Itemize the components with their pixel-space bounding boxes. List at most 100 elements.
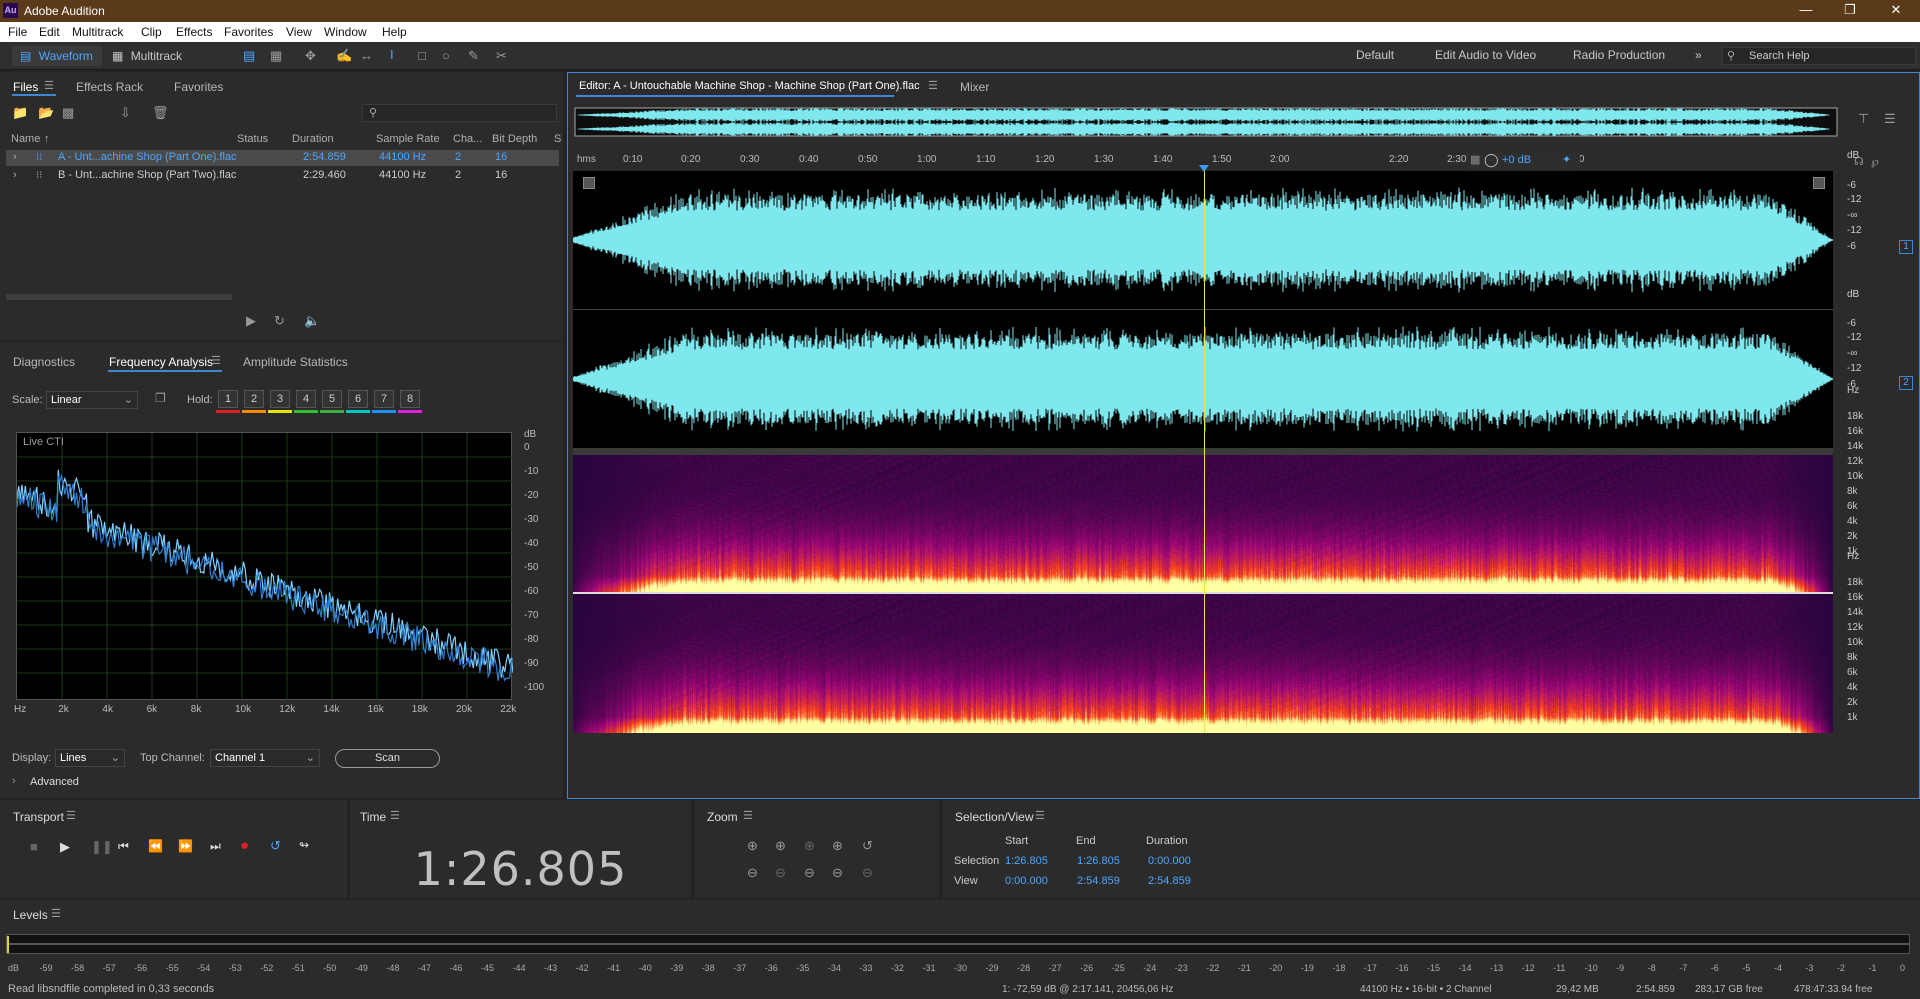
hold-button-6[interactable]: 6 <box>348 390 368 408</box>
column-duration[interactable]: Duration <box>292 133 334 145</box>
spectrogram-channel-1[interactable] <box>573 455 1833 592</box>
editor-tab[interactable]: Editor: A - Untouchable Machine Shop - M… <box>579 80 920 92</box>
panel-menu-icon[interactable]: ☰ <box>1035 809 1045 822</box>
overview-waveform[interactable] <box>574 107 1838 137</box>
expand-icon[interactable]: › <box>13 169 17 181</box>
new-file-icon[interactable]: ▩ <box>62 105 74 121</box>
expand-icon[interactable]: › <box>13 151 17 163</box>
tab-effects-rack[interactable]: Effects Rack <box>76 80 143 94</box>
marquee-tool-icon[interactable]: □ <box>418 48 426 63</box>
move-tool-icon[interactable]: ✥ <box>305 48 316 64</box>
minimize-icon[interactable]: — <box>1796 2 1816 17</box>
selection-start-field[interactable]: 1:26.805 <box>1005 855 1048 867</box>
tab-amplitude-statistics[interactable]: Amplitude Statistics <box>243 355 348 369</box>
selection-end-field[interactable]: 1:26.805 <box>1077 855 1120 867</box>
top-channel-dropdown[interactable]: Channel 1 ⌄ <box>210 749 320 767</box>
hold-button-4[interactable]: 4 <box>296 390 316 408</box>
view-start-field[interactable]: 0:00.000 <box>1005 875 1048 887</box>
zoom-in-time-icon[interactable]: ⊕ <box>775 838 786 854</box>
expand-icon[interactable]: › <box>12 775 16 787</box>
panel-menu-icon[interactable]: ☰ <box>928 79 938 92</box>
more-workspaces-icon[interactable]: » <box>1695 48 1702 62</box>
pin-icon[interactable]: ✦ <box>1562 153 1571 166</box>
panel-menu-icon[interactable]: ☰ <box>390 809 400 822</box>
panel-menu-icon[interactable]: ☰ <box>211 354 221 367</box>
time-display[interactable]: 1:26.805 <box>350 842 691 896</box>
column-sample-rate[interactable]: Sample Rate <box>376 133 440 145</box>
multitrack-view-button[interactable]: ▦ Multitrack <box>112 46 202 66</box>
restore-icon[interactable]: ❐ <box>1840 2 1860 18</box>
open-file-icon[interactable]: 📁 <box>12 105 28 121</box>
lasso-tool-icon[interactable]: ○ <box>442 48 450 63</box>
scan-button[interactable]: Scan <box>335 749 440 768</box>
snap-marker-icon[interactable]: ℘ <box>1871 155 1879 168</box>
waveform-display-icon[interactable]: ▤ <box>243 48 255 64</box>
go-to-start-icon[interactable]: ⏮ <box>118 839 129 854</box>
hold-button-2[interactable]: 2 <box>244 390 264 408</box>
menu-help[interactable]: Help <box>382 25 407 39</box>
panel-menu-icon[interactable]: ☰ <box>743 809 753 822</box>
autoplay-icon[interactable]: 🔈 <box>304 313 320 329</box>
pause-icon[interactable]: ❚❚ <box>91 839 113 855</box>
volume-knob-icon[interactable]: ◯ <box>1484 152 1499 168</box>
zoom-reset-icon[interactable]: ↺ <box>862 838 873 854</box>
close-icon[interactable]: ✕ <box>1886 2 1906 18</box>
menu-edit[interactable]: Edit <box>39 25 60 39</box>
workspace-edit-audio-to-video[interactable]: Edit Audio to Video <box>1435 48 1536 62</box>
slip-tool-icon[interactable]: ↔ <box>360 48 373 63</box>
menu-multitrack[interactable]: Multitrack <box>72 25 123 39</box>
skip-selection-icon[interactable]: ↬ <box>299 838 309 852</box>
hud-volume[interactable]: ▩ ◯ +0 dB ✦ <box>1466 152 1580 169</box>
column-status[interactable]: Status <box>237 133 268 145</box>
fade-out-handle[interactable] <box>1813 177 1825 189</box>
zoom-out-full-icon[interactable]: ⊖ <box>804 865 815 881</box>
scale-dropdown[interactable]: Linear ⌄ <box>46 391 138 409</box>
channel-1-toggle[interactable]: 1 <box>1899 240 1913 254</box>
zoom-in-point-icon[interactable]: ⊕ <box>804 838 815 854</box>
menu-file[interactable]: File <box>8 25 27 39</box>
menu-favorites[interactable]: Favorites <box>224 25 273 39</box>
zoom-out-amplitude-icon[interactable]: ⊖ <box>747 865 758 881</box>
rewind-icon[interactable]: ⏪ <box>148 839 163 853</box>
hold-button-5[interactable]: 5 <box>322 390 342 408</box>
zoom-out-time-icon[interactable]: ⊖ <box>775 865 786 881</box>
hold-button-7[interactable]: 7 <box>374 390 394 408</box>
search-help-box[interactable]: ⚲ Search Help <box>1722 47 1916 65</box>
hold-button-8[interactable]: 8 <box>400 390 420 408</box>
brush-tool-icon[interactable]: ✎ <box>468 48 479 64</box>
channel-2-toggle[interactable]: 2 <box>1899 376 1913 390</box>
spot-healing-tool-icon[interactable]: ✂ <box>496 48 507 64</box>
workspace-radio-production[interactable]: Radio Production <box>1573 48 1665 62</box>
hold-button-1[interactable]: 1 <box>218 390 238 408</box>
playhead-handle[interactable] <box>1199 165 1209 172</box>
zoom-in-amplitude-icon[interactable]: ⊕ <box>747 838 758 854</box>
column-name[interactable]: Name <box>11 133 40 145</box>
panel-options-icon[interactable]: ☰ <box>1884 111 1896 127</box>
copy-icon[interactable]: ❐ <box>155 391 166 405</box>
go-to-end-icon[interactable]: ⏭ <box>210 839 221 854</box>
waveform-view-button[interactable]: ▤ Waveform <box>12 46 102 66</box>
hold-button-3[interactable]: 3 <box>270 390 290 408</box>
view-duration-field[interactable]: 2:54.859 <box>1148 875 1191 887</box>
insert-icon[interactable]: ⇩ <box>120 105 131 121</box>
zoom-to-selection-icon[interactable]: ⊖ <box>832 865 843 881</box>
tab-diagnostics[interactable]: Diagnostics <box>13 355 75 369</box>
menu-window[interactable]: Window <box>324 25 367 39</box>
selection-duration-field[interactable]: 0:00.000 <box>1148 855 1191 867</box>
view-splitter[interactable] <box>573 448 1833 455</box>
playhead[interactable] <box>1204 171 1205 733</box>
play-icon[interactable]: ▶ <box>60 839 70 855</box>
advanced-toggle[interactable]: Advanced <box>30 776 79 788</box>
table-row[interactable]: › ⁝⁝ A - Unt...achine Shop (Part One).fl… <box>6 150 559 166</box>
spectral-display-icon[interactable]: ▦ <box>270 48 282 64</box>
waveform-channel-1[interactable] <box>573 171 1833 309</box>
zoom-overview-icon[interactable]: ⊤ <box>1858 111 1869 127</box>
files-search-input[interactable]: ⚲ <box>362 104 557 122</box>
play-icon[interactable]: ▶ <box>246 313 256 329</box>
stop-icon[interactable]: ■ <box>30 839 38 854</box>
main-display[interactable] <box>573 171 1833 733</box>
menu-clip[interactable]: Clip <box>141 25 162 39</box>
spectrogram-channel-2[interactable] <box>573 594 1833 733</box>
tab-favorites[interactable]: Favorites <box>174 80 223 94</box>
workspace-default[interactable]: Default <box>1356 48 1394 62</box>
